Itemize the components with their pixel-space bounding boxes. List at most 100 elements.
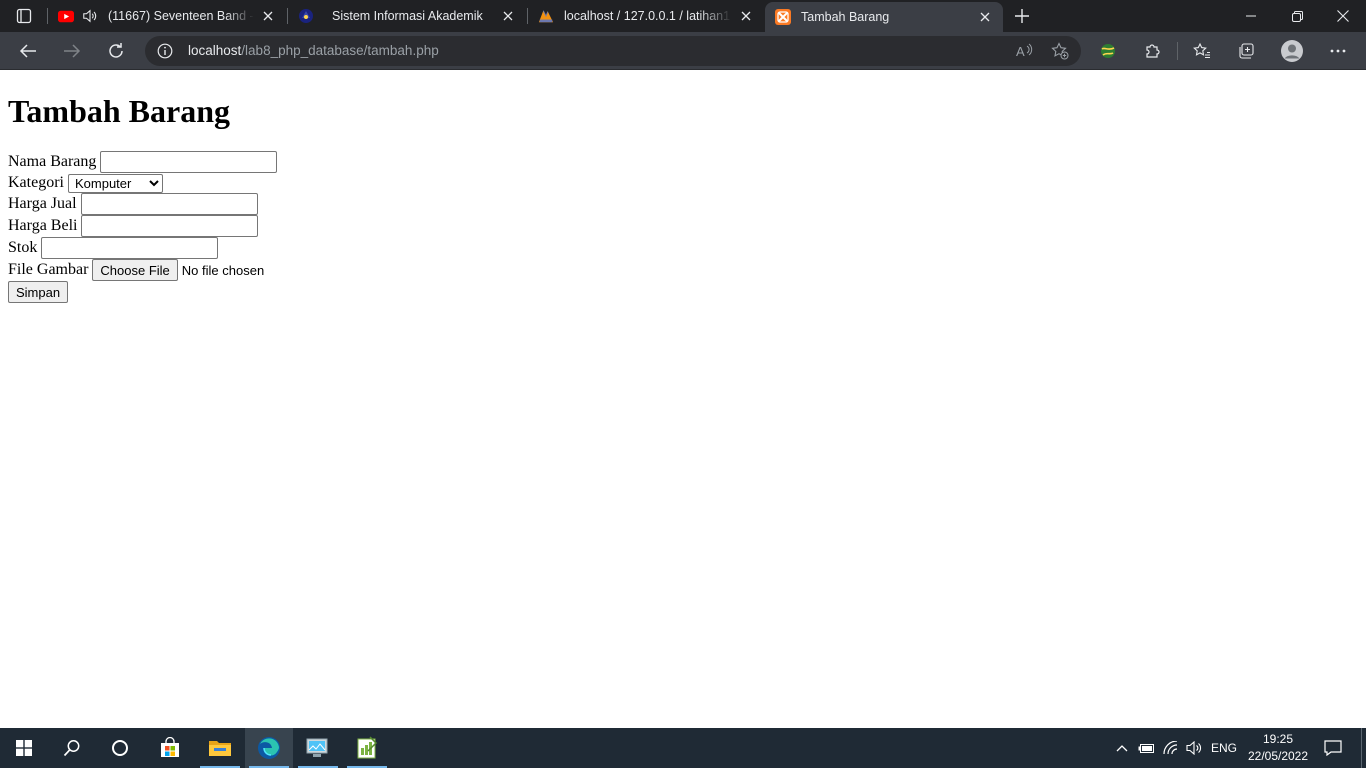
form-row-file-gambar: File Gambar Choose File No file chosen — [8, 259, 264, 281]
control-panel-button[interactable] — [294, 728, 342, 768]
microsoft-store-button[interactable] — [146, 728, 194, 768]
form-row-harga-beli: Harga Beli — [8, 215, 259, 237]
battery-icon — [1138, 744, 1154, 753]
form-row-nama: Nama Barang — [8, 151, 278, 173]
add-favorite-icon[interactable] — [1051, 42, 1069, 60]
extension-globe-icon — [1101, 44, 1115, 58]
tab-title: Tambah Barang — [801, 10, 890, 24]
collections-button[interactable] — [1232, 37, 1260, 65]
tab-actions-icon — [16, 8, 32, 24]
stok-input[interactable] — [41, 237, 219, 259]
back-button[interactable] — [14, 37, 42, 65]
harga-jual-label: Harga Jual — [8, 195, 77, 212]
no-file-chosen-text: No file chosen — [181, 262, 265, 278]
page-content: Tambah Barang Nama Barang Kategori Kompu… — [0, 71, 1366, 728]
notifications-button[interactable] — [1318, 728, 1348, 768]
search-button[interactable] — [48, 728, 96, 768]
stok-label: Stok — [8, 239, 38, 256]
puzzle-icon — [1146, 44, 1160, 58]
extension-button[interactable] — [1094, 37, 1122, 65]
tab-sistem-informasi[interactable]: Sistem Informasi Akademik — [288, 0, 526, 32]
form-row-kategori: Kategori Komputer — [8, 172, 163, 194]
edge-taskbar-button[interactable] — [245, 728, 293, 768]
form-row-harga-jual: Harga Jual — [8, 193, 258, 215]
choose-file-button[interactable]: Choose File — [92, 259, 178, 281]
avatar-icon — [1281, 40, 1303, 62]
wifi-icon — [1163, 741, 1178, 755]
plus-icon — [1015, 9, 1029, 23]
speaker-icon[interactable] — [82, 8, 98, 24]
clock-button[interactable]: 19:25 22/05/2022 — [1240, 731, 1316, 765]
nama-barang-label: Nama Barang — [8, 153, 97, 170]
phpmyadmin-icon — [538, 8, 554, 24]
university-icon — [298, 8, 314, 24]
chevron-up-icon — [1116, 745, 1128, 752]
minimize-button[interactable] — [1228, 0, 1274, 32]
refresh-button[interactable] — [102, 37, 130, 65]
nama-barang-input[interactable] — [100, 151, 278, 173]
close-window-icon — [1337, 10, 1349, 22]
network-button[interactable] — [1160, 728, 1182, 768]
arrow-left-icon — [19, 44, 36, 58]
close-tab-icon[interactable] — [260, 8, 276, 24]
profile-button[interactable] — [1278, 37, 1306, 65]
read-aloud-icon[interactable]: A — [1015, 42, 1033, 60]
harga-beli-input[interactable] — [81, 215, 259, 237]
file-gambar-label: File Gambar — [8, 261, 89, 278]
xampp-icon — [775, 9, 791, 25]
toolbar-separator — [1177, 42, 1178, 60]
simpan-button[interactable]: Simpan — [8, 281, 69, 303]
refresh-icon — [109, 43, 123, 58]
favorites-icon — [1193, 42, 1210, 59]
computer-monitor-icon — [306, 738, 328, 757]
close-tab-icon[interactable] — [977, 9, 993, 25]
forward-button[interactable] — [58, 37, 86, 65]
windows-logo-icon — [16, 740, 32, 756]
tab-actions-button[interactable] — [8, 4, 40, 28]
harga-beli-label: Harga Beli — [8, 217, 78, 234]
close-window-button[interactable] — [1320, 0, 1366, 32]
youtube-icon — [58, 8, 74, 24]
favorites-button[interactable] — [1188, 37, 1216, 65]
collections-icon — [1239, 43, 1254, 59]
notepad-plus-button[interactable] — [343, 728, 391, 768]
tab-tambah-barang[interactable]: Tambah Barang — [765, 2, 1003, 32]
new-tab-button[interactable] — [1010, 4, 1034, 28]
notification-icon — [1324, 740, 1342, 756]
input-language-button[interactable]: ENG — [1208, 728, 1240, 768]
form-row-submit: Simpan — [8, 281, 69, 303]
address-bar[interactable]: localhost/lab8_php_database/tambah.php A — [145, 36, 1081, 66]
start-button[interactable] — [0, 728, 48, 768]
tray-overflow-button[interactable] — [1112, 728, 1132, 768]
address-url: localhost/lab8_php_database/tambah.php — [188, 43, 439, 58]
clock-time: 19:25 — [1262, 732, 1294, 746]
tab-strip: (11667) Seventeen Band - Ja Sistem Infor… — [0, 0, 1366, 32]
show-desktop-button[interactable] — [1361, 728, 1366, 768]
folder-icon — [209, 741, 231, 756]
restore-button[interactable] — [1274, 0, 1320, 32]
tab-phpmyadmin[interactable]: localhost / 127.0.0.1 / latihan1 / d — [528, 0, 764, 32]
volume-icon — [1186, 741, 1201, 755]
url-path: /lab8_php_database/tambah.php — [241, 43, 439, 58]
extensions-button[interactable] — [1139, 37, 1167, 65]
battery-button[interactable] — [1136, 728, 1158, 768]
url-host: localhost — [188, 43, 242, 58]
cortana-button[interactable] — [96, 728, 144, 768]
tab-title: localhost / 127.0.0.1 / latihan1 / d — [564, 9, 732, 23]
close-tab-icon[interactable] — [738, 8, 754, 24]
kategori-select[interactable]: Komputer — [67, 173, 163, 193]
volume-button[interactable] — [1184, 728, 1206, 768]
cortana-circle-icon — [112, 740, 128, 756]
settings-menu-button[interactable] — [1324, 37, 1352, 65]
harga-jual-input[interactable] — [80, 193, 258, 215]
browser-toolbar: localhost/lab8_php_database/tambah.php A — [0, 32, 1366, 70]
restore-icon — [1291, 10, 1303, 22]
site-info-icon[interactable] — [157, 43, 173, 59]
store-bag-icon — [161, 737, 179, 757]
close-tab-icon[interactable] — [500, 8, 516, 24]
tab-youtube[interactable]: (11667) Seventeen Band - Ja — [48, 0, 286, 32]
arrow-right-icon — [64, 44, 81, 58]
clock-date: 22/05/2022 — [1247, 749, 1309, 763]
svg-text:A: A — [1016, 44, 1025, 59]
file-explorer-button[interactable] — [196, 728, 244, 768]
